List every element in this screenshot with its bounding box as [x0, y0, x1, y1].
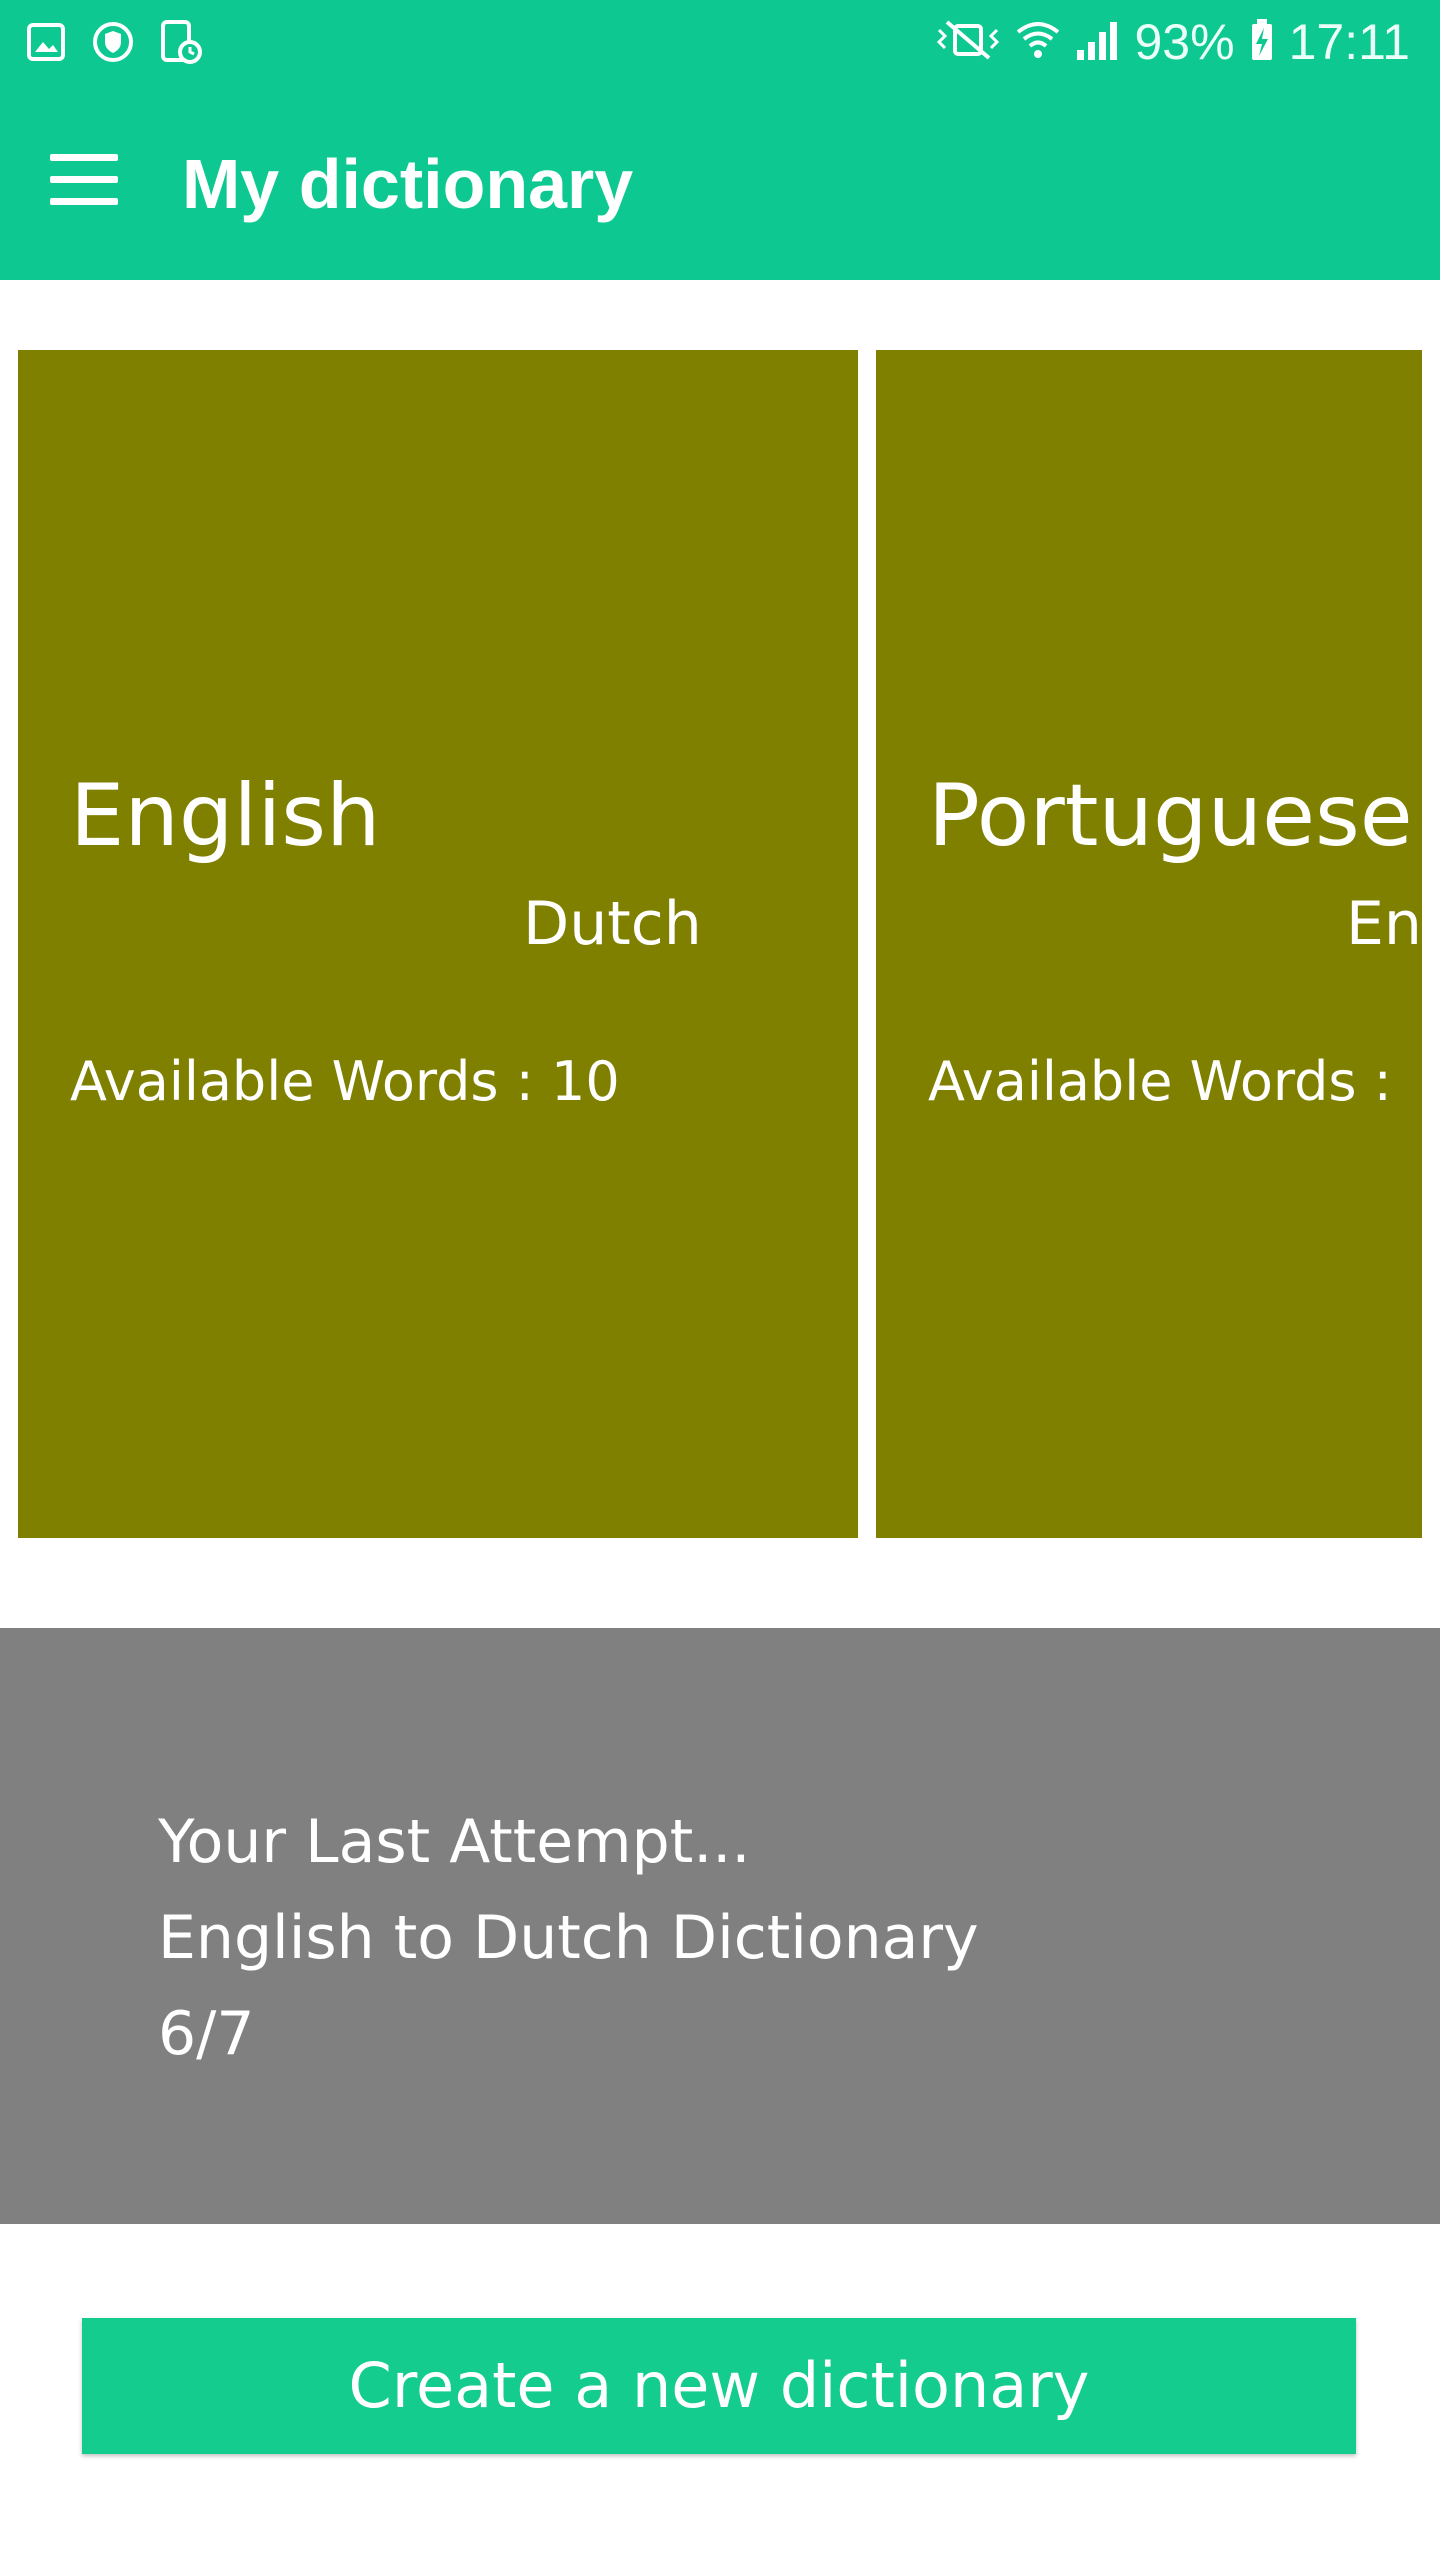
- last-attempt-heading: Your Last Attempt...: [158, 1807, 751, 1877]
- shield-icon: [92, 21, 134, 63]
- clock: 17:11: [1288, 14, 1410, 70]
- battery-level: 93%: [1134, 14, 1235, 70]
- status-icons-left: [26, 20, 202, 64]
- dictionary-carousel[interactable]: English Dutch Available Words : 10 Portu…: [0, 350, 1440, 1538]
- app-bar: My dictionary: [0, 84, 1440, 280]
- hamburger-menu-icon[interactable]: [50, 154, 118, 206]
- dictionary-card-portuguese-english[interactable]: Portuguese En Available Words :: [876, 350, 1422, 1538]
- phone-clock-icon: [160, 20, 202, 64]
- create-dictionary-button[interactable]: Create a new dictionary: [82, 2318, 1356, 2454]
- signal-icon: [1075, 18, 1121, 66]
- card-source-language: English: [70, 766, 381, 866]
- status-bar: 93% 17:11: [0, 0, 1440, 84]
- dictionary-card-english-dutch[interactable]: English Dutch Available Words : 10: [18, 350, 858, 1538]
- card-target-language: En: [1346, 889, 1422, 959]
- card-target-language: Dutch: [523, 889, 702, 959]
- gallery-icon: [26, 22, 66, 62]
- card-available-words: Available Words :: [928, 1050, 1392, 1113]
- page-title: My dictionary: [182, 145, 634, 223]
- wifi-icon: [1015, 18, 1061, 66]
- card-available-words: Available Words : 10: [70, 1050, 620, 1113]
- status-icons-right: 93% 17:11: [935, 0, 1410, 84]
- card-source-language: Portuguese: [928, 766, 1413, 866]
- battery-charging-icon: [1249, 18, 1275, 66]
- last-attempt-panel[interactable]: Your Last Attempt... English to Dutch Di…: [0, 1628, 1440, 2224]
- last-attempt-score: 6/7: [158, 1999, 255, 2069]
- mute-vibrate-icon: [935, 18, 1001, 66]
- last-attempt-dictionary: English to Dutch Dictionary: [158, 1903, 979, 1973]
